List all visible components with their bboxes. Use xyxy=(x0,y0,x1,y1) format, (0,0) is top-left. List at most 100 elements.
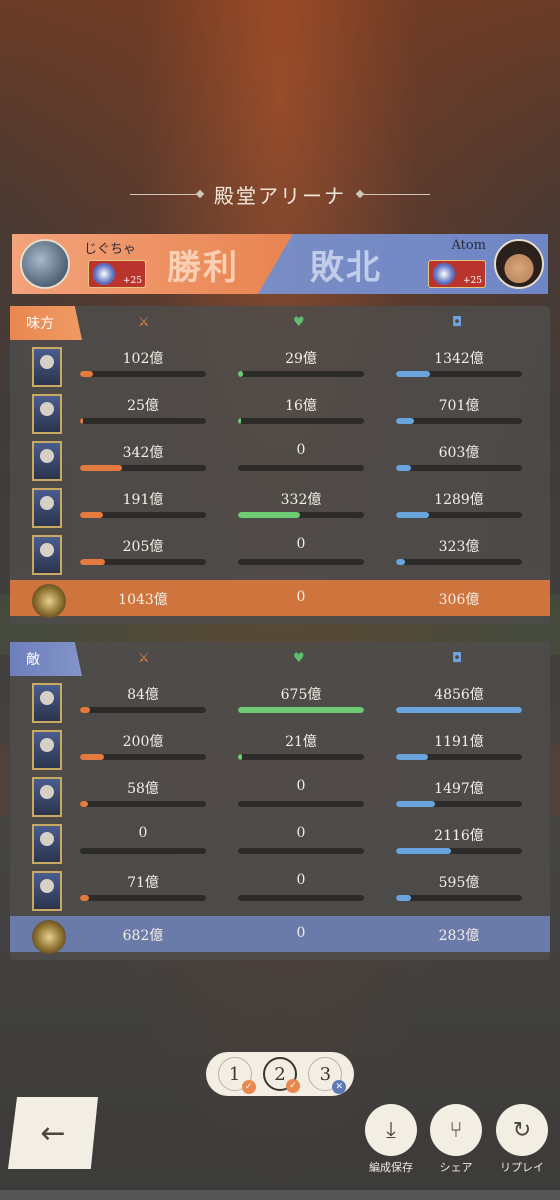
team-emblem-icon xyxy=(32,920,66,954)
unit-row: 84億 675億 4856億 xyxy=(10,680,550,727)
heal-bar-fill xyxy=(238,418,241,424)
player-avatar[interactable] xyxy=(20,239,70,289)
heal-value: 0 xyxy=(296,442,306,458)
atk-bar-fill xyxy=(80,465,122,471)
heal-value: 29億 xyxy=(285,351,317,367)
unit-row: 342億 0 603億 xyxy=(10,438,550,485)
atk-bar xyxy=(80,895,206,901)
atk-bar xyxy=(80,371,206,377)
atk-value: 191億 xyxy=(122,492,164,508)
unit-portrait[interactable] xyxy=(32,777,62,817)
player-rank-badge: +25 xyxy=(88,260,146,288)
opponent-avatar[interactable] xyxy=(494,239,544,289)
back-button[interactable]: ← xyxy=(8,1097,98,1169)
title-ornament xyxy=(130,193,200,195)
heal-value: 0 xyxy=(296,536,306,552)
share-button[interactable]: ⑂ シェア xyxy=(428,1104,484,1175)
share-label: シェア xyxy=(439,1161,473,1174)
atk-bar xyxy=(80,801,206,807)
opponent-rank-badge: +25 xyxy=(428,260,486,288)
panel-header: 敵 ⚔ ♥ ◘ xyxy=(10,642,550,676)
def-value: 1191億 xyxy=(434,734,484,750)
bottom-strip xyxy=(0,1190,560,1200)
heal-value: 0 xyxy=(296,778,306,794)
def-value: 1497億 xyxy=(434,781,484,797)
enemy-tag: 敵 xyxy=(10,642,82,676)
unit-portrait[interactable] xyxy=(32,871,62,911)
lose-label: 敗北 xyxy=(310,248,382,288)
round-button-2[interactable]: 2 ✓ xyxy=(262,1057,300,1093)
unit-portrait[interactable] xyxy=(32,535,62,575)
atk-bar xyxy=(80,512,206,518)
total-def-value: 283億 xyxy=(438,928,480,944)
def-value: 323億 xyxy=(438,539,480,555)
unit-row: 71億 0 595億 xyxy=(10,868,550,915)
def-bar xyxy=(396,371,522,377)
def-bar-fill xyxy=(396,895,412,901)
page-title-row: 殿堂アリーナ xyxy=(0,176,560,212)
def-bar-fill xyxy=(396,848,452,854)
heal-bar xyxy=(238,465,364,471)
heal-bar-fill xyxy=(238,754,242,760)
rank-emblem-icon xyxy=(93,263,115,285)
def-bar xyxy=(396,512,522,518)
unit-portrait[interactable] xyxy=(32,730,62,770)
unit-portrait[interactable] xyxy=(32,488,62,528)
opponent-name: Atom xyxy=(451,238,486,253)
def-bar-fill xyxy=(396,801,436,807)
def-bar xyxy=(396,895,522,901)
round-button-3[interactable]: 3 ✕ xyxy=(308,1057,347,1094)
atk-bar xyxy=(80,707,206,713)
atk-value: 25億 xyxy=(127,398,159,414)
heal-value: 16億 xyxy=(285,398,317,414)
heal-bar xyxy=(238,512,364,518)
check-icon: ✓ xyxy=(241,1080,256,1094)
def-bar-fill xyxy=(396,371,431,377)
unit-portrait[interactable] xyxy=(32,824,62,864)
atk-bar-fill xyxy=(80,371,93,377)
replay-label: リプレイ xyxy=(500,1161,544,1174)
heal-bar-fill xyxy=(238,512,300,518)
panel-header: 味方 ⚔ ♥ ◘ xyxy=(10,306,550,340)
back-arrow-icon: ← xyxy=(40,1115,66,1151)
heal-bar xyxy=(238,848,364,854)
ally-stats-panel: 味方 ⚔ ♥ ◘ 102億 29億 1342億 25億 16億 701億 342億 0 603億… xyxy=(10,306,550,624)
title-ornament xyxy=(360,193,430,195)
round-button-1[interactable]: 1 ✓ xyxy=(217,1057,256,1094)
share-icon: ⑂ xyxy=(430,1104,482,1156)
win-label: 勝利 xyxy=(167,248,239,288)
heal-bar xyxy=(238,418,364,424)
atk-bar xyxy=(80,418,206,424)
unit-portrait[interactable] xyxy=(32,394,62,434)
replay-button[interactable]: ↻ リプレイ xyxy=(494,1104,550,1175)
def-value: 1289億 xyxy=(434,492,484,508)
heart-icon: ♥ xyxy=(293,315,305,330)
unit-portrait[interactable] xyxy=(32,683,62,723)
save-formation-button[interactable]: ⤓ 編成保存 xyxy=(363,1104,419,1175)
save-formation-label: 編成保存 xyxy=(369,1161,413,1174)
atk-value: 84億 xyxy=(127,687,159,703)
ally-tag: 味方 xyxy=(10,306,82,340)
unit-portrait[interactable] xyxy=(32,441,62,481)
atk-bar-fill xyxy=(80,418,83,424)
total-heal-value: 0 xyxy=(296,925,306,941)
atk-bar-fill xyxy=(80,895,89,901)
atk-bar xyxy=(80,465,206,471)
def-bar xyxy=(396,754,522,760)
shield-icon: ◘ xyxy=(452,315,463,330)
heal-value: 332億 xyxy=(280,492,322,508)
atk-value: 71億 xyxy=(127,875,159,891)
total-atk-value: 1043億 xyxy=(118,592,168,608)
unit-portrait[interactable] xyxy=(32,347,62,387)
def-bar xyxy=(396,848,522,854)
atk-value: 58億 xyxy=(127,781,159,797)
total-atk-value: 682億 xyxy=(122,928,164,944)
rank-emblem-icon xyxy=(433,263,455,285)
def-value: 2116億 xyxy=(434,828,484,844)
atk-bar xyxy=(80,754,206,760)
atk-bar xyxy=(80,559,206,565)
replay-icon: ↻ xyxy=(496,1104,548,1156)
def-value: 603億 xyxy=(438,445,480,461)
download-icon: ⤓ xyxy=(365,1104,417,1156)
heal-value: 0 xyxy=(296,825,306,841)
